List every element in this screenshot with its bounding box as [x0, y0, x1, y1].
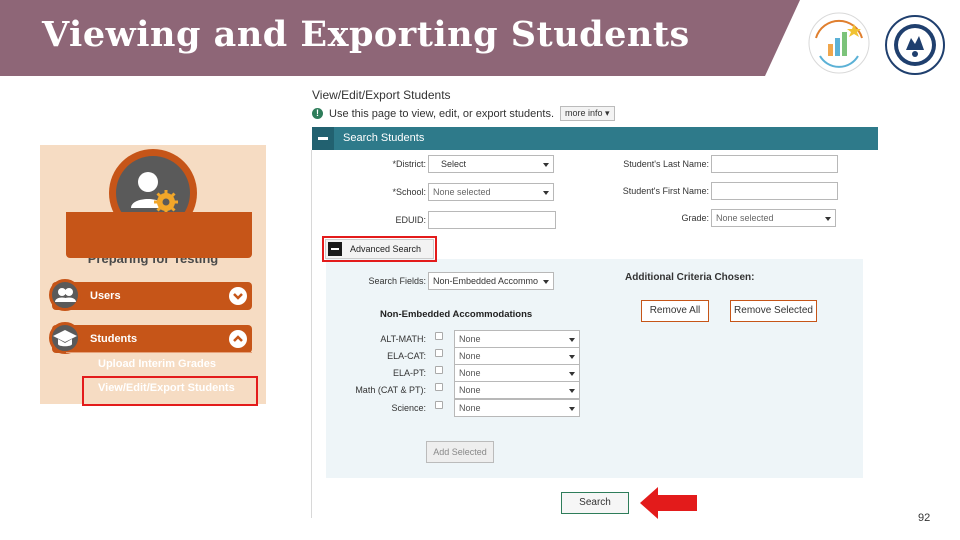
remove-all-button[interactable]: Remove All — [641, 300, 709, 322]
accommodation-select[interactable]: None — [454, 364, 580, 382]
grade-label: Grade: — [681, 213, 709, 223]
accommodation-select[interactable]: None — [454, 381, 580, 399]
collapse-icon[interactable] — [312, 127, 334, 150]
page-number: 92 — [918, 512, 931, 524]
state-seal-logo — [885, 15, 945, 75]
accommodation-select[interactable]: None — [454, 330, 580, 348]
district-label: *District: — [392, 159, 427, 169]
accommodation-label: Math (CAT & PT): — [355, 385, 426, 395]
info-text: Use this page to view, edit, or export s… — [329, 107, 555, 120]
accommodation-checkbox[interactable] — [435, 383, 443, 391]
highlight-box — [322, 236, 437, 262]
search-section-label: Search Students — [343, 132, 425, 144]
accommodation-label: ELA-PT: — [392, 368, 426, 378]
accommodation-label: ELA-CAT: — [387, 351, 426, 361]
slide-banner: Viewing and Exporting Students — [0, 0, 960, 76]
eduid-input[interactable] — [428, 211, 556, 229]
nav-item-students[interactable]: Students — [52, 325, 252, 353]
proficiency-program-logo — [808, 12, 870, 74]
nav-item-users-label: Users — [90, 290, 121, 302]
highlight-box — [82, 376, 258, 406]
search-students-bar[interactable]: Search Students — [312, 127, 878, 150]
content-divider — [311, 150, 312, 518]
graduation-cap-icon — [49, 322, 81, 354]
submenu-divider — [66, 352, 252, 353]
accommodation-checkbox[interactable] — [435, 349, 443, 357]
remove-selected-button[interactable]: Remove Selected — [730, 300, 817, 322]
students-submenu — [66, 212, 252, 258]
accommodation-checkbox[interactable] — [435, 401, 443, 409]
eduid-label: EDUID: — [395, 215, 426, 225]
chevron-down-icon[interactable] — [229, 287, 247, 305]
arrow-left-icon — [640, 487, 697, 519]
first-name-input[interactable] — [711, 182, 838, 200]
chevron-up-icon[interactable] — [229, 330, 247, 348]
search-button[interactable]: Search — [561, 492, 629, 514]
add-selected-button[interactable]: Add Selected — [426, 441, 494, 463]
slide-title: Viewing and Exporting Students — [42, 14, 690, 55]
accommodation-select[interactable]: None — [454, 347, 580, 365]
first-name-label: Student's First Name: — [622, 186, 709, 196]
accommodation-select[interactable]: None — [454, 399, 580, 417]
subitem-upload-interim-grades[interactable]: Upload Interim Grades — [98, 358, 216, 370]
search-fields-select[interactable]: Non-Embedded Accommo — [428, 272, 554, 290]
nav-item-students-label: Students — [90, 333, 138, 345]
more-info-button[interactable]: more info ▾ — [560, 106, 615, 121]
last-name-input[interactable] — [711, 155, 838, 173]
accommodations-title: Non-Embedded Accommodations — [380, 309, 533, 320]
search-fields-label: Search Fields: — [368, 276, 426, 286]
info-icon: ! — [312, 108, 323, 119]
nav-item-users[interactable]: Users — [52, 282, 252, 310]
criteria-title: Additional Criteria Chosen: — [625, 272, 755, 283]
district-select[interactable]: Select — [428, 155, 554, 173]
grade-select[interactable]: None selected — [711, 209, 836, 227]
page-title: View/Edit/Export Students — [312, 88, 451, 102]
school-label: *School: — [392, 187, 426, 197]
users-icon — [49, 279, 81, 311]
accommodation-label: Science: — [391, 403, 426, 413]
last-name-label: Student's Last Name: — [623, 159, 709, 169]
school-select[interactable]: None selected — [428, 183, 554, 201]
info-line: ! Use this page to view, edit, or export… — [312, 106, 615, 121]
accommodation-checkbox[interactable] — [435, 332, 443, 340]
accommodation-checkbox[interactable] — [435, 366, 443, 374]
accommodation-label: ALT-MATH: — [380, 334, 426, 344]
